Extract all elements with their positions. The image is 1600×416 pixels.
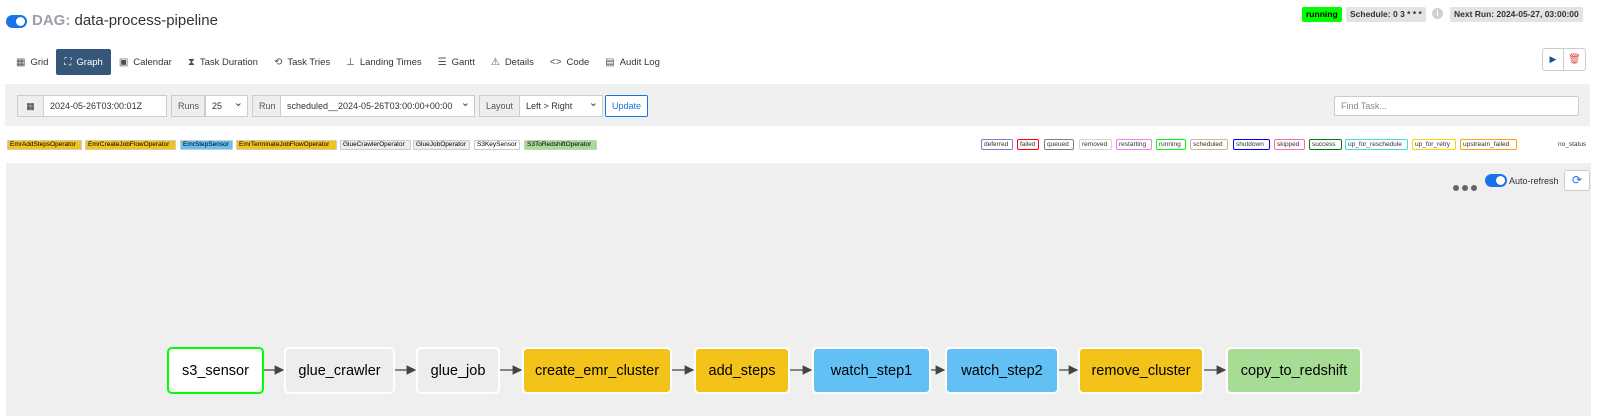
task-node-watch-step1[interactable]: watch_step1 [812,347,931,394]
task-node-s3-sensor[interactable]: s3_sensor [167,347,264,394]
task-node-glue-job[interactable]: glue_job [416,347,500,394]
task-node-glue-crawler[interactable]: glue_crawler [284,347,395,394]
task-node-copy-to-redshift[interactable]: copy_to_redshift [1226,347,1362,394]
task-node-create-emr-cluster[interactable]: create_emr_cluster [522,347,672,394]
task-node-watch-step2[interactable]: watch_step2 [945,347,1059,394]
task-node-add-steps[interactable]: add_steps [694,347,790,394]
task-node-remove-cluster[interactable]: remove_cluster [1078,347,1204,394]
